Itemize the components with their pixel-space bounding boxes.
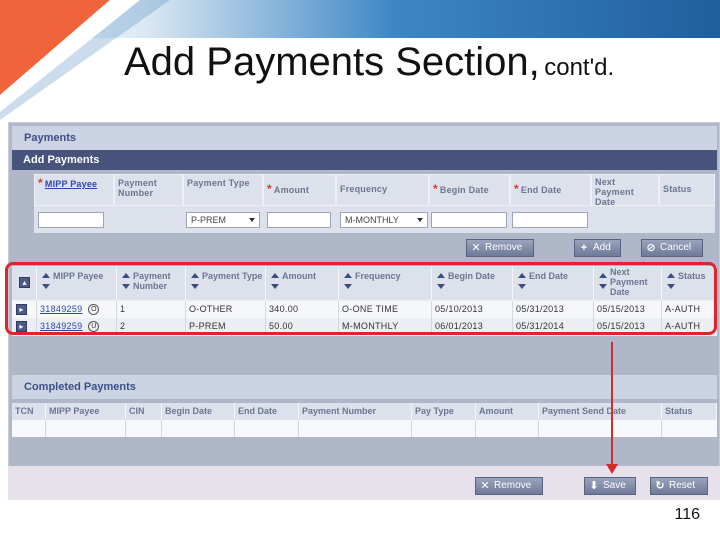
save-button[interactable]: ⬇ Save xyxy=(584,477,636,495)
frequency-select[interactable]: M-MONTHLY xyxy=(340,212,428,228)
col-tcn[interactable]: TCN xyxy=(12,403,46,420)
empty-cell xyxy=(476,420,539,437)
page-number: 116 xyxy=(674,506,700,523)
add-button[interactable]: + Add xyxy=(574,239,621,257)
col-status[interactable]: Status xyxy=(662,403,717,420)
col-cin[interactable]: CIN xyxy=(126,403,162,420)
close-icon: ✕ xyxy=(480,480,490,492)
amount-input[interactable] xyxy=(267,212,331,228)
callout-arrow-line xyxy=(611,342,613,466)
col-pay-type[interactable]: Pay Type xyxy=(412,403,476,420)
header-amount: * Amount xyxy=(263,174,336,206)
plus-icon: + xyxy=(580,242,588,254)
empty-cell xyxy=(46,420,126,437)
col-payment-send-date[interactable]: Payment Send Date xyxy=(539,403,662,420)
payments-panel-header: Payments xyxy=(12,126,717,150)
col-payment-number[interactable]: Payment Number xyxy=(299,403,412,420)
chevron-down-icon xyxy=(417,218,423,222)
header-mipp-payee-label[interactable]: MIPP Payee xyxy=(45,179,97,189)
add-payments-bar: Add Payments xyxy=(12,150,717,170)
payments-table-highlight xyxy=(5,262,717,335)
begin-date-input[interactable] xyxy=(431,212,507,228)
payment-type-select[interactable]: P-PREM xyxy=(186,212,260,228)
end-date-input[interactable] xyxy=(512,212,588,228)
header-status: Status xyxy=(659,174,715,206)
header-next-payment-date: Next Payment Date xyxy=(591,174,659,207)
cancel-button[interactable]: ⊘ Cancel xyxy=(641,239,703,257)
add-payment-input-row: P-PREM M-MONTHLY xyxy=(34,206,715,233)
chevron-down-icon xyxy=(249,218,255,222)
download-arrow-icon: ⬇ xyxy=(589,480,599,492)
footer-remove-button[interactable]: ✕ Remove xyxy=(475,477,543,495)
empty-cell xyxy=(12,420,46,437)
callout-arrow-head xyxy=(606,464,618,474)
col-end-date[interactable]: End Date xyxy=(235,403,299,420)
empty-cell xyxy=(299,420,412,437)
slide-title: Add Payments Section, cont'd. xyxy=(124,40,614,85)
refresh-icon: ↻ xyxy=(655,480,665,492)
header-payment-number: Payment Number xyxy=(114,174,183,206)
required-marker: * xyxy=(514,182,519,196)
close-icon: ✕ xyxy=(471,242,481,254)
required-marker: * xyxy=(267,182,272,196)
required-marker: * xyxy=(38,176,43,190)
col-mipp-payee[interactable]: MIPP Payee xyxy=(46,403,126,420)
cancel-circle-icon: ⊘ xyxy=(646,242,656,254)
col-amount[interactable]: Amount xyxy=(476,403,539,420)
empty-cell xyxy=(126,420,162,437)
slide-title-main: Add Payments Section, xyxy=(124,40,540,84)
empty-cell xyxy=(412,420,476,437)
col-begin-date[interactable]: Begin Date xyxy=(162,403,235,420)
header-end-date: * End Date xyxy=(510,174,591,206)
header-frequency: Frequency xyxy=(336,174,429,206)
header-begin-date: * Begin Date xyxy=(429,174,510,206)
header-mipp-payee[interactable]: * MIPP Payee xyxy=(34,174,114,206)
empty-cell xyxy=(539,420,662,437)
slide-title-sub: cont'd. xyxy=(544,54,615,81)
mipp-payee-input[interactable] xyxy=(38,212,104,228)
empty-cell xyxy=(662,420,717,437)
remove-button[interactable]: ✕ Remove xyxy=(466,239,534,257)
required-marker: * xyxy=(433,182,438,196)
reset-button[interactable]: ↻ Reset xyxy=(650,477,708,495)
empty-cell xyxy=(162,420,235,437)
empty-cell xyxy=(235,420,299,437)
header-payment-type: Payment Type xyxy=(183,174,263,206)
